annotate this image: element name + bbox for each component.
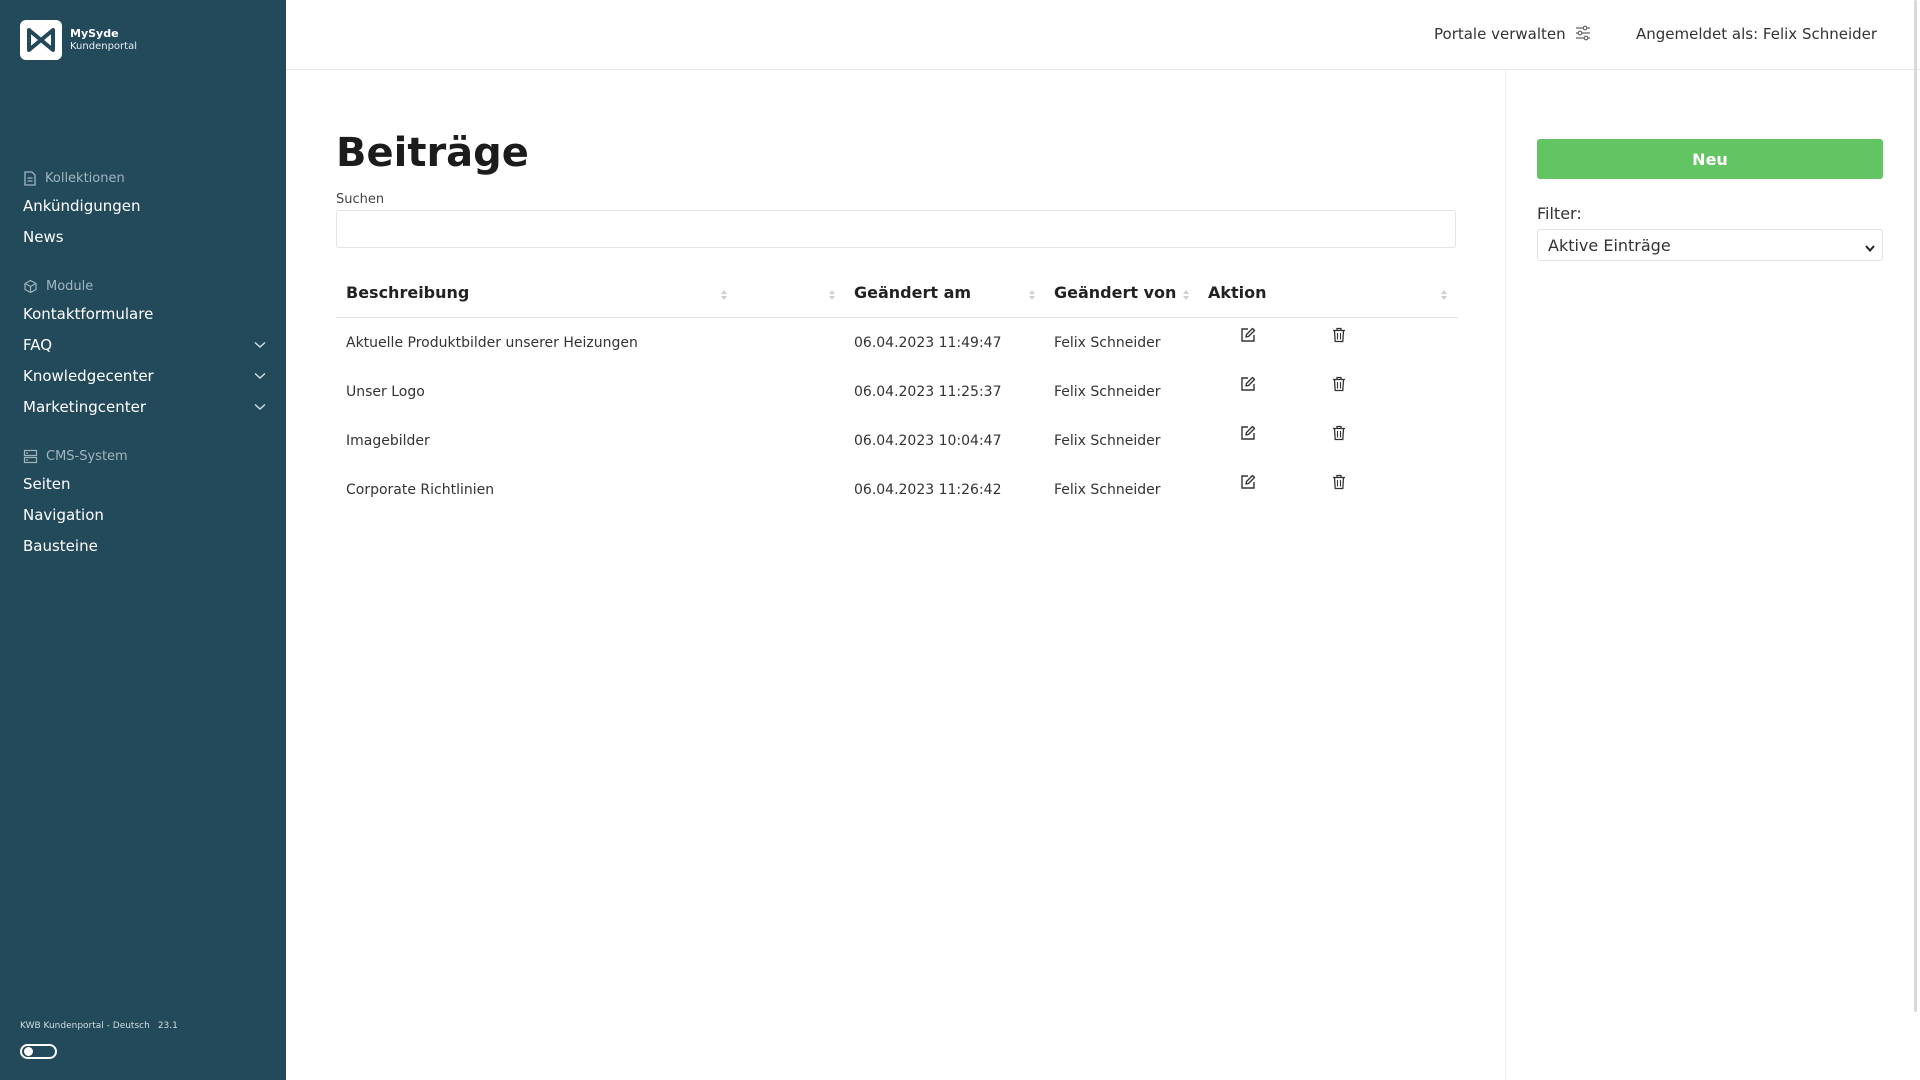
column-header-aktion[interactable]: Aktion bbox=[1208, 266, 1267, 318]
cell-changed-at: 06.04.2023 11:49:47 bbox=[854, 334, 1002, 351]
posts-table: Beschreibung Geändert am Geändert von Ak… bbox=[336, 266, 1458, 514]
sidebar-item-label: Marketingcenter bbox=[23, 397, 147, 416]
table-row[interactable]: Imagebilder 06.04.2023 10:04:47 Felix Sc… bbox=[336, 416, 1458, 465]
sidebar-item-label: Navigation bbox=[23, 505, 104, 524]
portal-name: KWB Kundenportal - Deutsch bbox=[20, 1021, 150, 1031]
edit-icon[interactable] bbox=[1240, 376, 1256, 396]
table-row[interactable]: Aktuelle Produktbilder unserer Heizungen… bbox=[336, 318, 1458, 367]
page-scrollbar[interactable] bbox=[1914, 0, 1917, 1012]
cell-changed-by: Felix Schneider bbox=[1054, 334, 1161, 351]
toggle-knob bbox=[24, 1047, 33, 1056]
filter-label: Filter: bbox=[1537, 204, 1582, 223]
cell-description: Imagebilder bbox=[346, 432, 430, 449]
brand-subtitle: Kundenportal bbox=[70, 41, 137, 52]
filter-selected-value: Aktive Einträge bbox=[1548, 235, 1671, 255]
sort-icon[interactable] bbox=[1028, 286, 1036, 305]
cell-changed-by: Felix Schneider bbox=[1054, 383, 1161, 400]
section-label: Module bbox=[46, 278, 94, 294]
page-title: Beiträge bbox=[336, 130, 529, 176]
chevron-down-icon[interactable] bbox=[254, 341, 266, 349]
table-header: Beschreibung Geändert am Geändert von Ak… bbox=[336, 266, 1458, 318]
sidebar-item-label: News bbox=[23, 227, 64, 246]
column-header-geaendert-am[interactable]: Geändert am bbox=[854, 266, 971, 318]
edit-icon[interactable] bbox=[1240, 474, 1256, 494]
column-header-beschreibung[interactable]: Beschreibung bbox=[346, 266, 469, 318]
sidebar-item-navigation[interactable]: Navigation bbox=[0, 499, 286, 530]
section-module: Module bbox=[0, 274, 286, 298]
cell-changed-by: Felix Schneider bbox=[1054, 432, 1161, 449]
app-root: MySyde Kundenportal Kollektionen Ankündi… bbox=[0, 0, 1920, 1080]
sidebar-item-bausteine[interactable]: Bausteine bbox=[0, 530, 286, 561]
chevron-down-icon[interactable] bbox=[254, 372, 266, 380]
search-input[interactable] bbox=[336, 210, 1456, 248]
sidebar-nav: Kollektionen Ankündigungen News Module K… bbox=[0, 160, 286, 561]
top-bar: Portale verwalten Angemeldet als: Felix … bbox=[286, 0, 1920, 70]
brand[interactable]: MySyde Kundenportal bbox=[20, 20, 137, 60]
edit-icon[interactable] bbox=[1240, 425, 1256, 445]
cell-changed-at: 06.04.2023 10:04:47 bbox=[854, 432, 1002, 449]
theme-toggle[interactable] bbox=[20, 1044, 57, 1059]
brand-name: MySyde bbox=[70, 27, 119, 40]
search-label: Suchen bbox=[336, 192, 385, 207]
document-icon bbox=[24, 170, 36, 186]
sidebar-item-ankuendigungen[interactable]: Ankündigungen bbox=[0, 190, 286, 221]
logo-icon bbox=[20, 20, 62, 60]
sort-icon[interactable] bbox=[1440, 286, 1448, 305]
chevron-down-icon bbox=[1864, 239, 1876, 258]
trash-icon[interactable] bbox=[1332, 327, 1346, 347]
cell-changed-at: 06.04.2023 11:26:42 bbox=[854, 481, 1002, 498]
sidebar-item-label: Bausteine bbox=[23, 536, 98, 555]
cell-changed-at: 06.04.2023 11:25:37 bbox=[854, 383, 1002, 400]
trash-icon[interactable] bbox=[1332, 425, 1346, 445]
sort-icon[interactable] bbox=[828, 286, 836, 305]
sidebar-item-knowledgecenter[interactable]: Knowledgecenter bbox=[0, 360, 286, 391]
section-kollektionen: Kollektionen bbox=[0, 166, 286, 190]
chevron-down-icon[interactable] bbox=[254, 403, 266, 411]
cell-description: Unser Logo bbox=[346, 383, 425, 400]
sidebar-item-marketingcenter[interactable]: Marketingcenter bbox=[0, 391, 286, 422]
sidebar-item-label: Seiten bbox=[23, 474, 71, 493]
section-label: CMS-System bbox=[46, 448, 128, 464]
filter-select[interactable]: Aktive Einträge bbox=[1537, 229, 1883, 261]
sidebar-item-label: Kontaktformulare bbox=[23, 304, 154, 323]
sidebar-item-label: FAQ bbox=[23, 335, 53, 354]
table-row[interactable]: Unser Logo 06.04.2023 11:25:37 Felix Sch… bbox=[336, 367, 1458, 416]
edit-icon[interactable] bbox=[1240, 327, 1256, 347]
server-icon bbox=[23, 449, 38, 463]
sidebar-item-label: Ankündigungen bbox=[23, 196, 141, 215]
trash-icon[interactable] bbox=[1332, 474, 1346, 494]
sidebar: MySyde Kundenportal Kollektionen Ankündi… bbox=[0, 0, 286, 1080]
portal-version: KWB Kundenportal - Deutsch 23.1 bbox=[20, 1021, 178, 1031]
sort-icon[interactable] bbox=[1182, 286, 1190, 305]
cell-description: Corporate Richtlinien bbox=[346, 481, 495, 498]
column-header-geaendert-von[interactable]: Geändert von bbox=[1054, 266, 1176, 318]
sliders-icon[interactable] bbox=[1575, 25, 1591, 45]
sidebar-item-faq[interactable]: FAQ bbox=[0, 329, 286, 360]
table-row[interactable]: Corporate Richtlinien 06.04.2023 11:26:4… bbox=[336, 465, 1458, 514]
cell-description: Aktuelle Produktbilder unserer Heizungen bbox=[346, 334, 638, 351]
trash-icon[interactable] bbox=[1332, 376, 1346, 396]
logged-in-user[interactable]: Angemeldet als: Felix Schneider bbox=[1636, 25, 1877, 43]
sidebar-item-kontaktformulare[interactable]: Kontaktformulare bbox=[0, 298, 286, 329]
main-content: Beiträge Suchen Beschreibung Geändert am… bbox=[286, 70, 1506, 1080]
sidebar-item-news[interactable]: News bbox=[0, 221, 286, 252]
new-button[interactable]: Neu bbox=[1537, 139, 1883, 179]
section-cms-system: CMS-System bbox=[0, 444, 286, 468]
sidebar-item-seiten[interactable]: Seiten bbox=[0, 468, 286, 499]
cell-changed-by: Felix Schneider bbox=[1054, 481, 1161, 498]
sort-icon[interactable] bbox=[720, 286, 728, 305]
section-label: Kollektionen bbox=[45, 170, 125, 186]
cube-icon bbox=[24, 279, 37, 293]
version-number: 23.1 bbox=[157, 1021, 178, 1031]
sidebar-item-label: Knowledgecenter bbox=[23, 366, 154, 385]
manage-portals-link[interactable]: Portale verwalten bbox=[1434, 25, 1566, 43]
